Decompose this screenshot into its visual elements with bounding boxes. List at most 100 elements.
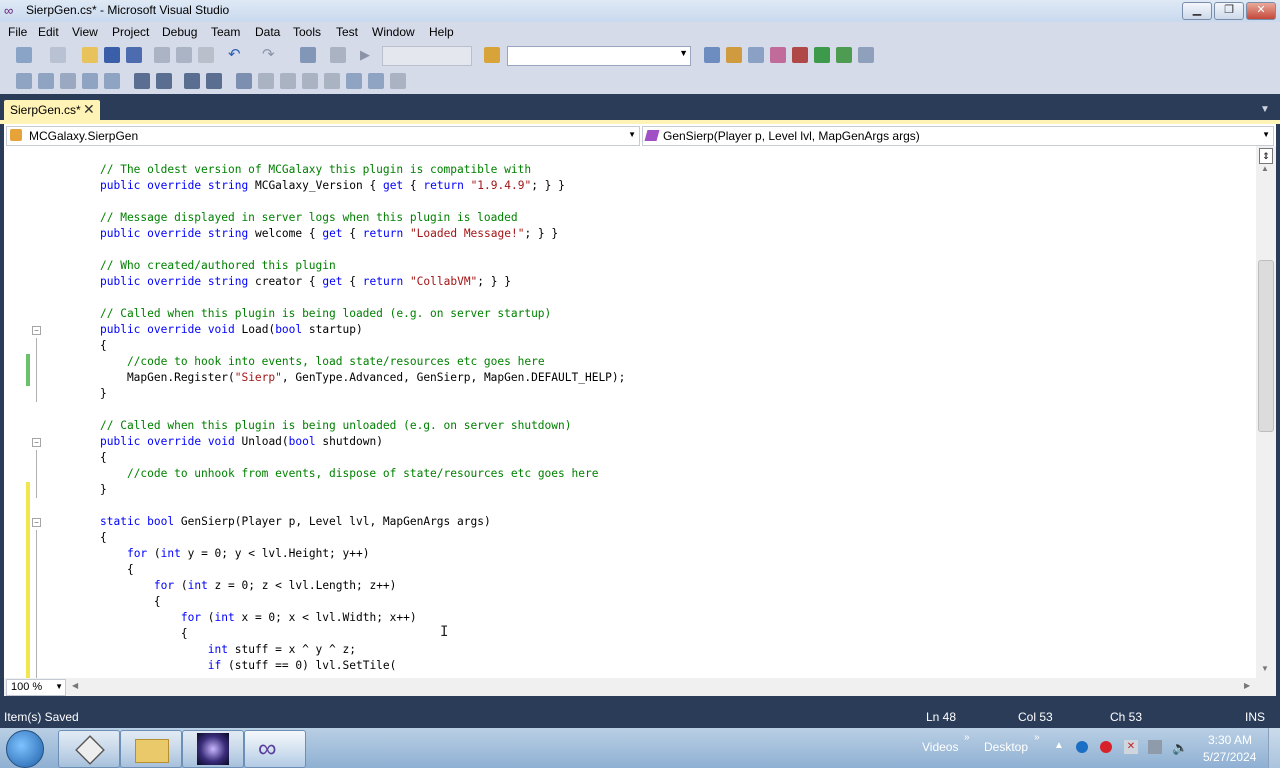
menu-test[interactable]: Test bbox=[336, 25, 358, 39]
code-line[interactable]: public override void Unload(bool shutdow… bbox=[100, 434, 383, 450]
code-line[interactable]: //code to unhook from events, dispose of… bbox=[100, 466, 598, 482]
videos-toolbar[interactable]: Videos bbox=[922, 740, 958, 754]
code-line[interactable]: public override string MCGalaxy_Version … bbox=[100, 178, 565, 194]
menu-team[interactable]: Team bbox=[211, 25, 240, 39]
types-combo[interactable]: MCGalaxy.SierpGen ▼ bbox=[6, 126, 640, 146]
tab-sierpgen[interactable]: SierpGen.cs* ✕ bbox=[4, 100, 100, 120]
code-line[interactable]: for (int x = 0; x < lvl.Width; x++) bbox=[100, 610, 417, 626]
code-line[interactable]: //code to hook into events, load state/r… bbox=[100, 354, 545, 370]
scroll-right-icon[interactable]: ▶ bbox=[1244, 681, 1250, 690]
active-files-dropdown-icon[interactable]: ▼ bbox=[1260, 104, 1270, 115]
clock-time[interactable]: 3:30 AM bbox=[1208, 733, 1252, 747]
show-hidden-icons-icon[interactable]: ▲ bbox=[1054, 740, 1064, 751]
code-line[interactable]: for (int z = 0; z < lvl.Length; z++) bbox=[100, 578, 397, 594]
scroll-left-icon[interactable]: ◀ bbox=[72, 681, 78, 690]
cut-icon[interactable] bbox=[154, 47, 170, 63]
horizontal-scrollbar[interactable] bbox=[84, 682, 1242, 692]
code-line[interactable]: { bbox=[100, 562, 134, 578]
previous-bookmark-icon[interactable] bbox=[258, 73, 274, 89]
scroll-down-icon[interactable]: ▼ bbox=[1261, 664, 1269, 673]
desktop-toolbar[interactable]: Desktop bbox=[984, 740, 1028, 754]
code-line[interactable]: { bbox=[100, 594, 161, 610]
solution-explorer-icon[interactable] bbox=[704, 47, 720, 63]
code-line[interactable]: public override string creator { get { r… bbox=[100, 274, 511, 290]
decrease-indent-icon[interactable] bbox=[104, 73, 120, 89]
members-combo[interactable]: GenSierp(Player p, Level lvl, MapGenArgs… bbox=[642, 126, 1274, 146]
network-icon[interactable] bbox=[1148, 740, 1162, 754]
next-bookmark-icon[interactable] bbox=[280, 73, 296, 89]
display-parameter-info-icon[interactable] bbox=[38, 73, 54, 89]
taskbar-explorer[interactable] bbox=[120, 730, 182, 768]
chevron-right-icon[interactable]: » bbox=[1034, 732, 1040, 743]
start-debugging-icon[interactable]: ▶ bbox=[360, 47, 376, 63]
code-line[interactable]: } bbox=[100, 482, 107, 498]
uncomment-lines-icon[interactable] bbox=[206, 73, 222, 89]
previous-bookmark-doc-icon[interactable] bbox=[346, 73, 362, 89]
chevron-right-icon[interactable]: » bbox=[964, 732, 970, 743]
show-desktop-button[interactable] bbox=[1268, 728, 1280, 768]
save-all-icon[interactable] bbox=[126, 47, 142, 63]
redo-icon[interactable]: ↷ bbox=[262, 47, 278, 63]
tray-app-icon[interactable] bbox=[1076, 741, 1088, 753]
restore-button[interactable]: ❐ bbox=[1214, 2, 1244, 20]
vertical-scrollbar[interactable]: ⇕ ▲ ▼ bbox=[1256, 146, 1276, 678]
menu-view[interactable]: View bbox=[72, 25, 98, 39]
menu-file[interactable]: File bbox=[8, 25, 27, 39]
solution-configuration-combo[interactable] bbox=[382, 46, 472, 66]
code-line[interactable]: { bbox=[100, 530, 107, 546]
increase-indent-icon[interactable] bbox=[134, 73, 150, 89]
outdent-icon[interactable] bbox=[156, 73, 172, 89]
start-page-icon[interactable] bbox=[814, 47, 830, 63]
action-center-icon[interactable]: ✕ bbox=[1124, 740, 1138, 754]
open-file-icon[interactable] bbox=[82, 47, 98, 63]
team-explorer-icon[interactable] bbox=[836, 47, 852, 63]
collapse-region-icon[interactable]: − bbox=[32, 326, 41, 335]
code-line[interactable]: for (int y = 0; y < lvl.Height; y++) bbox=[100, 546, 370, 562]
clear-bookmarks-icon[interactable] bbox=[390, 73, 406, 89]
menu-tools[interactable]: Tools bbox=[293, 25, 321, 39]
close-tab-icon[interactable]: ✕ bbox=[83, 101, 95, 118]
properties-window-icon[interactable] bbox=[726, 47, 742, 63]
menu-project[interactable]: Project bbox=[112, 25, 149, 39]
tray-record-icon[interactable] bbox=[1100, 741, 1112, 753]
copy-icon[interactable] bbox=[176, 47, 192, 63]
collapse-region-icon[interactable]: − bbox=[32, 438, 41, 447]
start-button-icon[interactable] bbox=[6, 730, 44, 768]
zoom-combo[interactable]: 100 % ▼ bbox=[6, 679, 66, 696]
taskbar-galaxy-app[interactable] bbox=[182, 730, 244, 768]
add-item-icon[interactable] bbox=[50, 47, 66, 63]
collapse-region-icon[interactable]: − bbox=[32, 518, 41, 527]
code-line[interactable]: // Called when this plugin is being load… bbox=[100, 306, 551, 322]
code-line[interactable]: if (stuff == 0) lvl.SetTile( bbox=[100, 658, 397, 674]
split-window-icon[interactable]: ⇕ bbox=[1259, 148, 1273, 164]
code-line[interactable]: // Called when this plugin is being unlo… bbox=[100, 418, 571, 434]
menu-data[interactable]: Data bbox=[255, 25, 280, 39]
undo-icon[interactable]: ↶ bbox=[228, 47, 244, 63]
word-completion-icon[interactable] bbox=[82, 73, 98, 89]
paste-icon[interactable] bbox=[198, 47, 214, 63]
next-bookmark-folder-icon[interactable] bbox=[324, 73, 340, 89]
menu-help[interactable]: Help bbox=[429, 25, 454, 39]
find-in-files-icon[interactable] bbox=[484, 47, 500, 63]
code-line[interactable]: { bbox=[100, 626, 188, 642]
volume-icon[interactable]: 🔈 bbox=[1172, 740, 1188, 756]
code-line[interactable]: static bool GenSierp(Player p, Level lvl… bbox=[100, 514, 491, 530]
window-layout-icon[interactable] bbox=[858, 47, 874, 63]
code-line[interactable]: } bbox=[100, 386, 107, 402]
code-line[interactable]: // Who created/authored this plugin bbox=[100, 258, 336, 274]
toolbox-icon[interactable] bbox=[770, 47, 786, 63]
code-line[interactable]: { bbox=[100, 450, 107, 466]
code-line[interactable]: { bbox=[100, 338, 107, 354]
clock-date[interactable]: 5/27/2024 bbox=[1203, 750, 1256, 764]
object-browser-icon[interactable] bbox=[748, 47, 764, 63]
taskbar-app-cube[interactable] bbox=[58, 730, 120, 768]
menu-window[interactable]: Window bbox=[372, 25, 415, 39]
code-line[interactable]: // Message displayed in server logs when… bbox=[100, 210, 518, 226]
code-editor[interactable]: − − − // The oldest version of MCGalaxy … bbox=[4, 146, 1276, 678]
menu-debug[interactable]: Debug bbox=[162, 25, 197, 39]
code-line[interactable]: public override string welcome { get { r… bbox=[100, 226, 558, 242]
scroll-up-icon[interactable]: ▲ bbox=[1261, 164, 1269, 173]
find-combo[interactable]: ▼ bbox=[507, 46, 691, 66]
navigate-forward-icon[interactable] bbox=[330, 47, 346, 63]
save-icon[interactable] bbox=[104, 47, 120, 63]
